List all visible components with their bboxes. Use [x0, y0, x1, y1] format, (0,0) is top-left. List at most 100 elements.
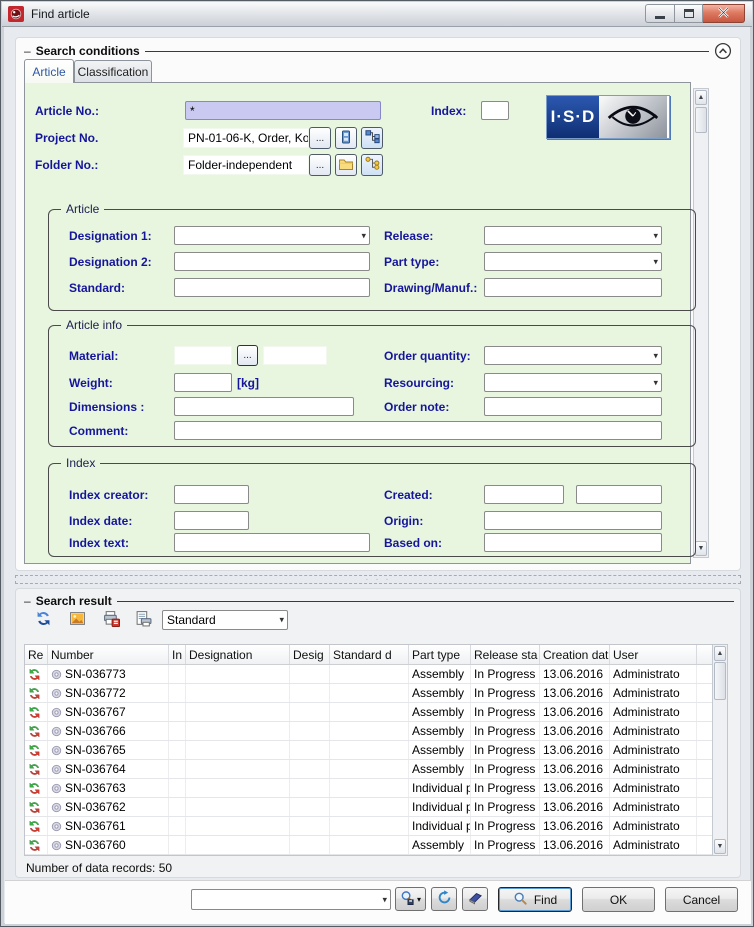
- cancel-button-label: Cancel: [683, 893, 720, 907]
- cell-part-type: Individual pa: [409, 779, 471, 797]
- cell-part-type: Assembly: [409, 836, 471, 854]
- comment-input[interactable]: [174, 421, 662, 440]
- column-header-designation2[interactable]: Desig: [290, 645, 330, 664]
- project-cabinet-button[interactable]: [335, 127, 357, 149]
- cell-result: [25, 836, 48, 854]
- cancel-button[interactable]: Cancel: [665, 887, 738, 912]
- print-pdf-button[interactable]: [100, 609, 122, 631]
- table-row[interactable]: SN-036764AssemblyIn Progress13.06.2016Ad…: [25, 760, 713, 779]
- print-report-button[interactable]: [132, 609, 154, 631]
- ellipsis-icon: ...: [316, 160, 324, 171]
- ok-button[interactable]: OK: [582, 887, 655, 912]
- based-on-label: Based on:: [384, 536, 442, 550]
- splitter-handle[interactable]: · · ·: [15, 575, 741, 584]
- minimize-button[interactable]: [645, 4, 674, 23]
- scroll-down-button[interactable]: ▼: [695, 541, 707, 556]
- column-header-number[interactable]: Number: [48, 645, 169, 664]
- designation1-combo[interactable]: ▾: [174, 226, 370, 245]
- comment-label: Comment:: [69, 424, 128, 438]
- cell-designation: [186, 836, 290, 854]
- cell-result: [25, 684, 48, 702]
- table-row[interactable]: SN-036761Individual paIn Progress13.06.2…: [25, 817, 713, 836]
- cell-index: [169, 836, 186, 854]
- scroll-up-button[interactable]: ▲: [714, 646, 726, 661]
- table-row[interactable]: SN-036760AssemblyIn Progress13.06.2016Ad…: [25, 836, 713, 855]
- printer-report-icon: [135, 610, 152, 630]
- project-browse-button[interactable]: ...: [309, 127, 331, 149]
- created-input-2[interactable]: [576, 485, 662, 504]
- scroll-down-button[interactable]: ▼: [714, 839, 726, 854]
- maximize-button[interactable]: [674, 4, 703, 23]
- column-header-standard-designation[interactable]: Standard d: [330, 645, 409, 664]
- table-row[interactable]: SN-036773AssemblyIn Progress13.06.2016Ad…: [25, 665, 713, 684]
- drawing-manuf-input[interactable]: [484, 278, 662, 297]
- part-icon: [51, 726, 62, 737]
- tab-classification[interactable]: Classification: [74, 60, 152, 83]
- index-date-input[interactable]: [174, 511, 249, 530]
- folder-open-button[interactable]: [335, 154, 357, 176]
- result-image-view-button[interactable]: [66, 609, 88, 631]
- created-input-1[interactable]: [484, 485, 564, 504]
- scroll-up-button[interactable]: ▲: [695, 90, 707, 105]
- order-quantity-combo[interactable]: ▾: [484, 346, 662, 365]
- index-input[interactable]: [481, 101, 509, 120]
- project-structure-button[interactable]: [361, 127, 383, 149]
- column-header-release-status[interactable]: Release sta: [471, 645, 540, 664]
- index-creator-input[interactable]: [174, 485, 249, 504]
- refresh-search-button[interactable]: [431, 887, 457, 911]
- based-on-input[interactable]: [484, 533, 662, 552]
- find-button[interactable]: Find: [498, 887, 572, 912]
- column-header-designation[interactable]: Designation: [186, 645, 290, 664]
- find-button-label: Find: [534, 893, 557, 907]
- table-row[interactable]: SN-036772AssemblyIn Progress13.06.2016Ad…: [25, 684, 713, 703]
- table-row[interactable]: SN-036767AssemblyIn Progress13.06.2016Ad…: [25, 703, 713, 722]
- article-tab-content: Article No.: * Index: I·S·D Project No.: [24, 82, 691, 564]
- index-text-input[interactable]: [174, 533, 370, 552]
- save-search-button[interactable]: ▾: [395, 887, 426, 911]
- folder-browse-button[interactable]: ...: [309, 154, 331, 176]
- resourcing-combo[interactable]: ▾: [484, 373, 662, 392]
- table-row[interactable]: SN-036766AssemblyIn Progress13.06.2016Ad…: [25, 722, 713, 741]
- close-button[interactable]: [703, 4, 745, 23]
- column-header-result[interactable]: Re: [25, 645, 48, 664]
- part-type-combo[interactable]: ▾: [484, 252, 662, 271]
- table-row[interactable]: SN-036765AssemblyIn Progress13.06.2016Ad…: [25, 741, 713, 760]
- dimensions-input[interactable]: [174, 397, 354, 416]
- tab-article[interactable]: Article: [24, 59, 74, 83]
- table-row[interactable]: SN-036763Individual paIn Progress13.06.2…: [25, 779, 713, 798]
- saved-search-combo[interactable]: ▾: [191, 889, 391, 910]
- origin-input[interactable]: [484, 511, 662, 530]
- column-header-part-type[interactable]: Part type: [409, 645, 471, 664]
- index-label: Index:: [431, 104, 466, 118]
- result-scrollbar[interactable]: ▲ ▼: [712, 645, 728, 855]
- collapse-button[interactable]: [714, 42, 732, 60]
- designation2-input[interactable]: [174, 252, 370, 271]
- material-input[interactable]: [174, 346, 232, 365]
- column-header-creation-date[interactable]: Creation dat: [540, 645, 610, 664]
- release-combo[interactable]: ▾: [484, 226, 662, 245]
- clear-fields-button[interactable]: [462, 887, 488, 911]
- table-row[interactable]: SN-036762Individual paIn Progress13.06.2…: [25, 798, 713, 817]
- material-browse-button[interactable]: ...: [237, 345, 258, 366]
- tab-article-label: Article: [32, 65, 65, 79]
- isd-logo: I·S·D: [546, 95, 670, 139]
- refresh-results-button[interactable]: [32, 609, 54, 631]
- project-no-value[interactable]: PN-01-06-K, Order, Kons: [183, 128, 309, 148]
- cell-designation: [186, 798, 290, 816]
- scrollbar-thumb[interactable]: [695, 107, 707, 133]
- result-view-combo[interactable]: Standard ▾: [162, 610, 288, 630]
- index-group: Index Index creator: Created: Index date…: [48, 463, 696, 557]
- material-input2[interactable]: [263, 346, 327, 365]
- folder-structure-button[interactable]: [361, 154, 383, 176]
- column-header-index[interactable]: In: [169, 645, 186, 664]
- standard-input[interactable]: [174, 278, 370, 297]
- cell-creation-date: 13.06.2016: [540, 741, 610, 759]
- cell-user: Administrato: [610, 798, 697, 816]
- scrollbar-thumb[interactable]: [714, 662, 726, 700]
- order-note-input[interactable]: [484, 397, 662, 416]
- column-header-user[interactable]: User: [610, 645, 697, 664]
- folder-no-value[interactable]: Folder-independent: [183, 155, 309, 175]
- article-info-group: Article info Material: ... Order quantit…: [48, 325, 696, 447]
- article-no-input[interactable]: *: [185, 101, 381, 120]
- weight-input[interactable]: [174, 373, 232, 392]
